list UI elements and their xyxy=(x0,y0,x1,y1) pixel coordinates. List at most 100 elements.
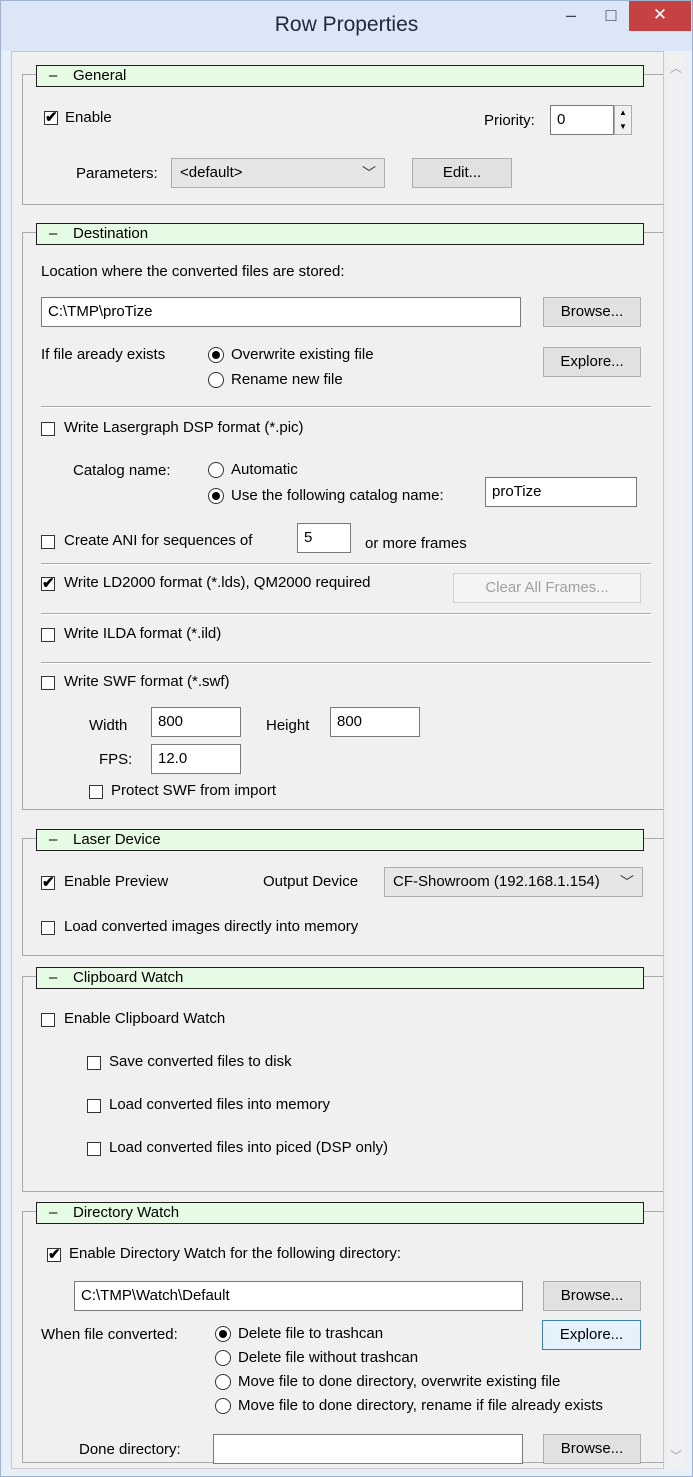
lasergraph-label: Write Lasergraph DSP format (*.pic) xyxy=(64,419,304,436)
output-device-value: CF-Showroom (192.168.1.154) xyxy=(393,873,600,890)
spin-down-icon[interactable]: ▼ xyxy=(615,120,631,134)
load-memory-clipboard-checkbox[interactable] xyxy=(87,1099,101,1113)
destination-header[interactable]: – Destination xyxy=(36,223,644,245)
automatic-label: Automatic xyxy=(231,461,298,478)
watch-browse-button[interactable]: Browse... xyxy=(543,1281,641,1311)
directory-watch-header-label: Directory Watch xyxy=(73,1204,180,1221)
browse-button[interactable]: Browse... xyxy=(543,297,641,327)
done-browse-button[interactable]: Browse... xyxy=(543,1434,641,1464)
directory-watch-section: –Directory Watch Enable Directory Watch … xyxy=(22,1202,663,1464)
height-label: Height xyxy=(266,717,310,734)
scroll-down-icon[interactable]: ﹀ xyxy=(668,1447,684,1465)
destination-section: – Destination Location where the converte… xyxy=(22,223,663,810)
directory-watch-header[interactable]: – Directory Watch xyxy=(36,1202,644,1224)
maximize-button[interactable]: □ xyxy=(593,1,629,31)
load-piced-label: Load converted files into piced (DSP onl… xyxy=(109,1139,389,1156)
ani-checkbox[interactable] xyxy=(41,535,55,549)
when-converted-label: When file converted: xyxy=(41,1326,178,1343)
load-memory-label: Load converted images directly into memo… xyxy=(64,918,359,935)
laser-device-section: –Laser Device Enable Preview Output Devi… xyxy=(22,829,663,956)
divider xyxy=(41,613,651,615)
row-properties-window: Row Properties – □ ✕ –General Enable Pri… xyxy=(0,0,693,1477)
clipboard-watch-header[interactable]: – Clipboard Watch xyxy=(36,967,644,989)
priority-input[interactable]: 0 xyxy=(550,105,614,135)
use-catalog-label: Use the following catalog name: xyxy=(231,487,444,504)
rename-label: Rename new file xyxy=(231,371,343,388)
move-overwrite-label: Move file to done directory, overwrite e… xyxy=(238,1373,561,1390)
catalog-name-input[interactable]: proTize xyxy=(485,477,637,507)
enable-dirwatch-checkbox[interactable] xyxy=(47,1245,61,1263)
load-memory-checkbox[interactable] xyxy=(41,921,55,935)
swf-label: Write SWF format (*.swf) xyxy=(64,673,230,690)
destination-header-label: Destination xyxy=(73,225,149,242)
parameters-label: Parameters: xyxy=(76,165,158,182)
enable-dirwatch-label: Enable Directory Watch for the following… xyxy=(69,1245,402,1262)
explore-button[interactable]: Explore... xyxy=(543,347,641,377)
close-button[interactable]: ✕ xyxy=(629,1,691,31)
lasergraph-checkbox[interactable] xyxy=(41,422,55,436)
general-header-label: General xyxy=(73,67,127,84)
save-disk-checkbox[interactable] xyxy=(87,1056,101,1070)
fps-label: FPS: xyxy=(99,751,133,768)
delete-no-trashcan-label: Delete file without trashcan xyxy=(238,1349,419,1366)
ilda-checkbox[interactable] xyxy=(41,628,55,642)
delete-trashcan-radio[interactable] xyxy=(215,1326,231,1342)
use-catalog-radio[interactable] xyxy=(208,488,224,504)
ld2000-checkbox[interactable] xyxy=(41,574,55,592)
ani-frames-input[interactable]: 5 xyxy=(297,523,351,553)
enable-preview-checkbox[interactable] xyxy=(41,873,55,891)
chevron-down-icon: ﹀ xyxy=(620,874,634,890)
destination-path-input[interactable]: C:\TMP\proTize xyxy=(41,297,521,327)
scroll-up-icon[interactable]: ︿ xyxy=(668,59,684,77)
move-rename-radio[interactable] xyxy=(215,1398,231,1414)
fps-input[interactable]: 12.0 xyxy=(151,744,241,774)
done-directory-input[interactable] xyxy=(213,1434,523,1464)
priority-label: Priority: xyxy=(484,112,535,129)
clear-all-frames-button[interactable]: Clear All Frames... xyxy=(453,573,641,603)
output-device-select[interactable]: CF-Showroom (192.168.1.154) ﹀ xyxy=(384,867,643,897)
ilda-label: Write ILDA format (*.ild) xyxy=(64,625,222,642)
priority-spinner[interactable]: ▲ ▼ xyxy=(614,105,632,135)
protect-swf-checkbox[interactable] xyxy=(89,785,103,799)
laser-device-header[interactable]: – Laser Device xyxy=(36,829,644,851)
rename-radio[interactable] xyxy=(208,372,224,388)
exists-label: If file aready exists xyxy=(41,346,166,363)
minimize-button[interactable]: – xyxy=(549,1,593,31)
catalog-label: Catalog name: xyxy=(73,462,171,479)
enable-label: Enable xyxy=(65,109,112,126)
edit-button[interactable]: Edit... xyxy=(412,158,512,188)
clipboard-watch-header-label: Clipboard Watch xyxy=(73,969,184,986)
general-header[interactable]: – General xyxy=(36,65,644,87)
title-bar[interactable]: Row Properties – □ ✕ xyxy=(1,1,692,51)
watch-explore-button[interactable]: Explore... xyxy=(542,1320,641,1350)
overwrite-radio[interactable] xyxy=(208,347,224,363)
enable-clipboard-checkbox[interactable] xyxy=(41,1013,55,1027)
move-overwrite-radio[interactable] xyxy=(215,1374,231,1390)
swf-checkbox[interactable] xyxy=(41,676,55,690)
width-input[interactable]: 800 xyxy=(151,707,241,737)
divider xyxy=(41,563,651,565)
ld2000-label: Write LD2000 format (*.lds), QM2000 requ… xyxy=(64,574,371,591)
watch-path-input[interactable]: C:\TMP\Watch\Default xyxy=(74,1281,523,1311)
height-input[interactable]: 800 xyxy=(330,707,420,737)
overwrite-label: Overwrite existing file xyxy=(231,346,374,363)
chevron-down-icon: ﹀ xyxy=(362,165,376,181)
parameters-select[interactable]: <default> ﹀ xyxy=(171,158,385,188)
automatic-radio[interactable] xyxy=(208,462,224,478)
parameters-value: <default> xyxy=(180,164,243,181)
move-rename-label: Move file to done directory, rename if f… xyxy=(238,1397,603,1414)
vertical-scrollbar[interactable]: ︿ ﹀ xyxy=(666,51,686,1469)
ani-suffix-label: or more frames xyxy=(365,535,467,552)
general-section: –General Enable Priority: 0 ▲▼ Parameter… xyxy=(22,65,663,205)
load-piced-checkbox[interactable] xyxy=(87,1142,101,1156)
clipboard-watch-section: – Clipboard Watch Enable Clipboard Watch … xyxy=(22,967,663,1192)
delete-no-trashcan-radio[interactable] xyxy=(215,1350,231,1366)
protect-swf-label: Protect SWF from import xyxy=(111,782,277,799)
ani-label: Create ANI for sequences of xyxy=(64,532,253,549)
enable-checkbox[interactable] xyxy=(44,108,58,126)
laser-device-header-label: Laser Device xyxy=(73,831,161,848)
load-memory-clipboard-label: Load converted files into memory xyxy=(109,1096,330,1113)
properties-panel: –General Enable Priority: 0 ▲▼ Parameter… xyxy=(11,51,664,1469)
spin-up-icon[interactable]: ▲ xyxy=(615,106,631,120)
save-disk-label: Save converted files to disk xyxy=(109,1053,292,1070)
